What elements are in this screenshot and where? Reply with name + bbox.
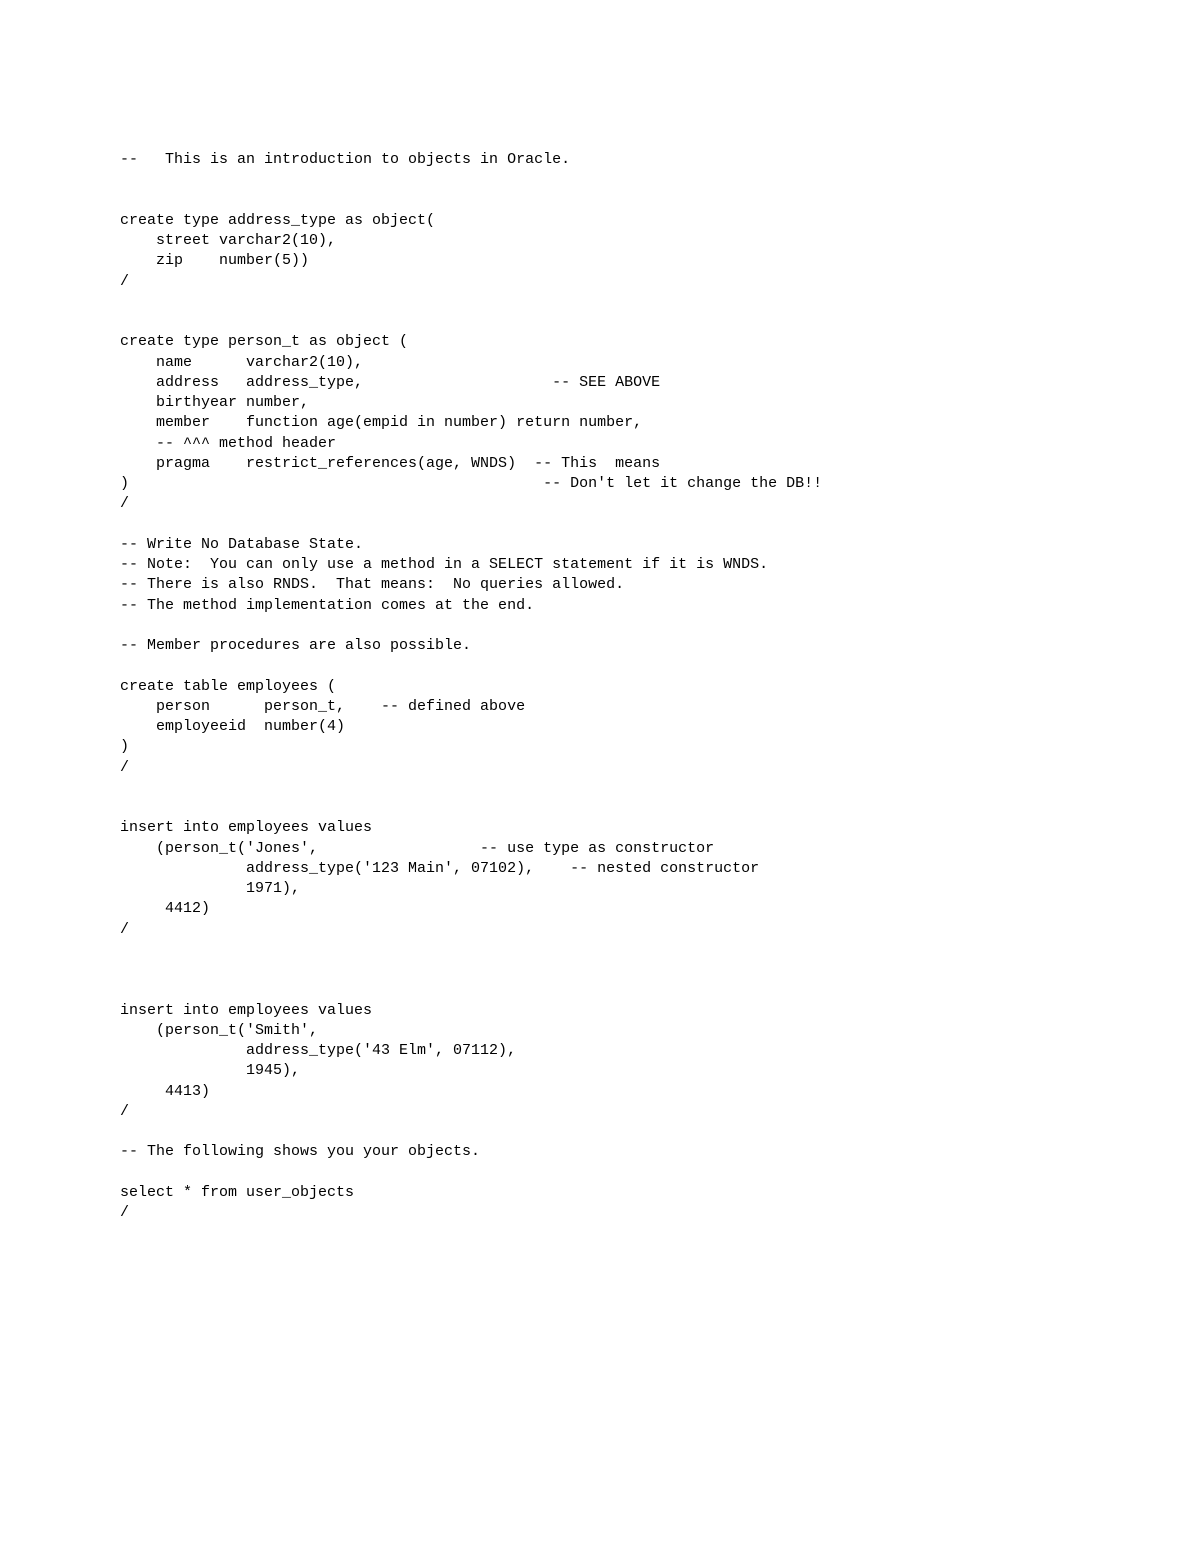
code-block: -- This is an introduction to objects in… (0, 0, 1200, 1373)
